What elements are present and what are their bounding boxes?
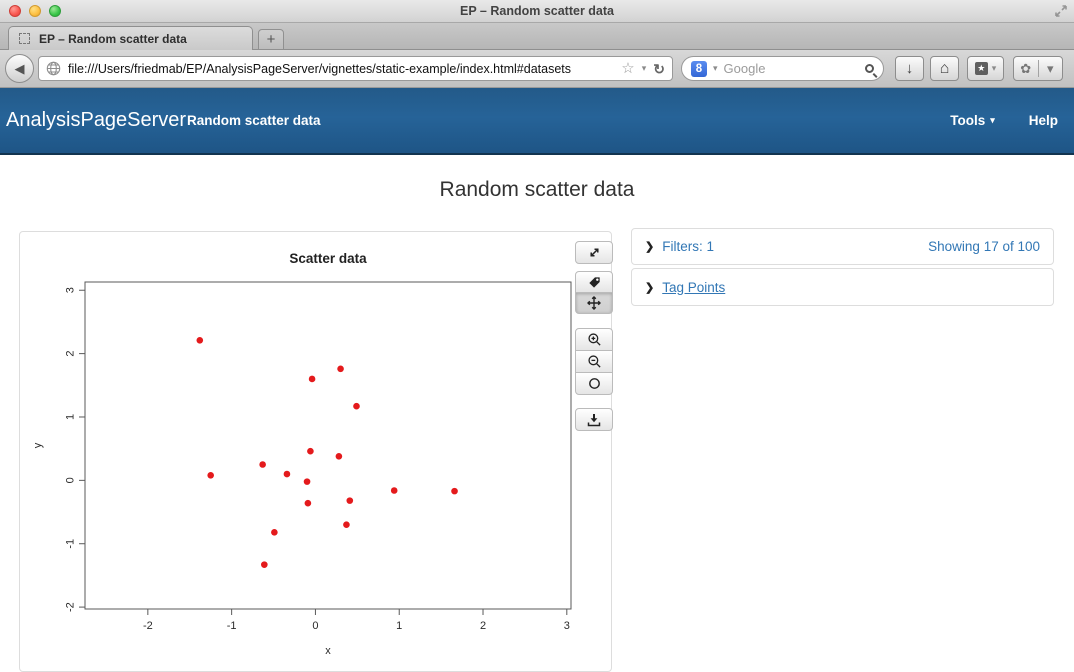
url-bar[interactable]: file:///Users/friedmab/EP/AnalysisPageSe… [38, 56, 673, 81]
zoom-in-button[interactable] [575, 328, 613, 351]
window-titlebar: EP – Random scatter data [0, 0, 1074, 23]
app-brand[interactable]: AnalysisPageServer [6, 109, 186, 132]
search-engine-icon[interactable]: 8 [691, 61, 707, 77]
tab-favicon-placeholder-icon [19, 33, 30, 44]
search-bar[interactable]: 8 ▾ Google [681, 56, 884, 81]
globe-icon [46, 61, 61, 76]
back-button[interactable]: ◀ [5, 54, 34, 83]
home-button[interactable]: ⌂ [930, 56, 959, 81]
addon-icon[interactable]: ✿ [1014, 61, 1038, 77]
x-tick-label: -1 [227, 620, 237, 632]
tools-caret-icon: ▾ [990, 115, 995, 126]
browser-toolbar: ◀ file:///Users/friedmab/EP/AnalysisPage… [0, 50, 1074, 88]
x-tick-label: 0 [312, 620, 318, 632]
bookmarks-button[interactable]: ★ ▾ [967, 56, 1004, 81]
y-tick-label: 2 [65, 351, 77, 357]
data-point[interactable] [284, 471, 291, 478]
search-input[interactable]: Google [724, 61, 859, 76]
chart-title: Scatter data [289, 251, 367, 266]
zoom-in-icon [587, 332, 602, 347]
move-icon [586, 295, 602, 311]
search-icon[interactable] [865, 64, 874, 73]
data-point[interactable] [353, 403, 360, 410]
data-point[interactable] [196, 337, 203, 344]
zoom-reset-button[interactable] [575, 372, 613, 395]
pan-button[interactable] [575, 292, 613, 314]
tab-bar: EP – Random scatter data + [0, 23, 1074, 50]
zoom-reset-icon [587, 376, 602, 391]
tag-icon [587, 275, 602, 290]
new-tab-button[interactable]: + [258, 29, 284, 50]
filters-chevron-icon: ❯ [645, 240, 654, 253]
data-point[interactable] [309, 376, 316, 383]
reload-icon[interactable]: ↻ [653, 62, 665, 76]
addon-button[interactable]: ✿ ▾ [1013, 56, 1063, 81]
data-point[interactable] [336, 453, 343, 460]
data-point[interactable] [305, 500, 312, 507]
search-engine-dropdown-icon[interactable]: ▾ [713, 64, 718, 73]
tools-menu-label: Tools [950, 113, 985, 128]
addon-dropdown-icon[interactable]: ▾ [1039, 62, 1063, 75]
data-point[interactable] [259, 461, 266, 468]
data-point[interactable] [346, 497, 353, 504]
data-point[interactable] [391, 487, 398, 494]
data-point[interactable] [207, 472, 214, 479]
download-plot-button[interactable] [575, 408, 613, 431]
tab-ep-random-scatter-data[interactable]: EP – Random scatter data [8, 26, 253, 50]
expand-plot-button[interactable] [575, 241, 613, 264]
tag-points-panel: ❯ Tag Points [631, 268, 1054, 306]
data-point[interactable] [304, 478, 311, 485]
downloads-button[interactable]: ↓ [895, 56, 924, 81]
page-title: Random scatter data [0, 178, 1074, 202]
help-menu-label: Help [1029, 113, 1058, 128]
expand-icon [587, 245, 602, 260]
data-point[interactable] [451, 488, 458, 495]
app-navbar: AnalysisPageServer Random scatter data T… [0, 88, 1074, 155]
x-tick-label: -2 [143, 620, 153, 632]
data-point[interactable] [337, 366, 344, 373]
help-menu[interactable]: Help [1029, 113, 1058, 128]
scatter-plot-svg[interactable]: -2 -1 0 1 2 3 -2 -1 0 1 2 3 Scatter data x y [20, 232, 611, 671]
data-point[interactable] [343, 521, 350, 528]
url-text: file:///Users/friedmab/EP/AnalysisPageSe… [68, 62, 614, 76]
navbar-page-label[interactable]: Random scatter data [187, 113, 321, 128]
url-dropdown-icon[interactable]: ▾ [642, 64, 647, 73]
data-point[interactable] [261, 561, 268, 568]
x-tick-label: 1 [396, 620, 402, 632]
tag-points-link[interactable]: Tag Points [662, 280, 725, 295]
bookmarks-dropdown-icon: ▾ [992, 64, 997, 73]
y-tick-label: -1 [65, 539, 77, 549]
data-point[interactable] [271, 529, 278, 536]
bookmark-star-icon[interactable]: ☆ [621, 61, 634, 76]
x-axis-label: x [325, 645, 331, 657]
plot-panel: -2 -1 0 1 2 3 -2 -1 0 1 2 3 Scatter data x y [19, 231, 612, 672]
x-tick-label: 2 [480, 620, 486, 632]
y-axis-label: y [32, 442, 44, 448]
tag-points-chevron-icon: ❯ [645, 281, 654, 294]
y-tick-label: 1 [65, 414, 77, 420]
y-tick-label: 0 [65, 477, 77, 483]
filters-panel: ❯ Filters: 1 Showing 17 of 100 [631, 228, 1054, 265]
y-tick-label: -2 [65, 602, 77, 612]
tag-points-button[interactable] [575, 271, 613, 293]
bookmarks-icon: ★ [975, 62, 988, 75]
download-icon [586, 412, 602, 428]
zoom-out-icon [587, 354, 602, 369]
window-title: EP – Random scatter data [0, 0, 1074, 22]
y-tick-label: 3 [65, 287, 77, 293]
window-resize-icon [1054, 4, 1068, 18]
tab-title: EP – Random scatter data [39, 32, 187, 46]
showing-count: Showing 17 of 100 [928, 239, 1040, 254]
zoom-out-button[interactable] [575, 350, 613, 373]
tools-menu[interactable]: Tools ▾ [950, 113, 995, 128]
filters-toggle[interactable]: Filters: 1 [662, 239, 714, 254]
data-point[interactable] [307, 448, 314, 455]
x-tick-label: 3 [564, 620, 570, 632]
